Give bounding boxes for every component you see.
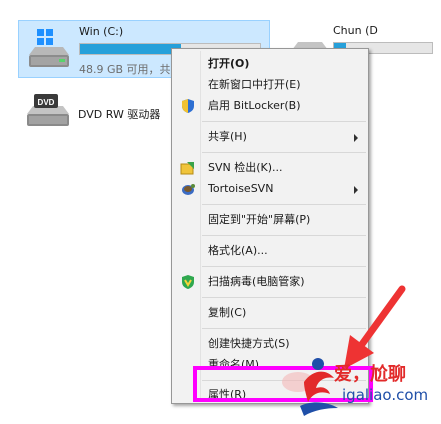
menu-item-pin-to-start-label: 固定到"开始"屏幕(P): [208, 213, 311, 226]
dvd-badge: DVD: [38, 98, 55, 107]
menu-item-tortoisesvn-label: TortoiseSVN: [208, 182, 274, 195]
shield-icon: [182, 99, 194, 113]
menu-item-bitlocker[interactable]: 启用 BitLocker(B): [174, 96, 366, 116]
menu-separator: [202, 152, 366, 153]
menu-item-tortoisesvn[interactable]: TortoiseSVN: [174, 179, 366, 199]
drive-d-name: Chun (D: [333, 24, 378, 37]
menu-item-format-label: 格式化(A)...: [208, 244, 268, 257]
dvd-drive-icon: DVD: [27, 94, 69, 126]
pc-manager-shield-icon: [182, 275, 194, 289]
menu-item-open-label: 打开(O): [208, 57, 250, 70]
menu-item-svn-checkout-label: SVN 检出(K)...: [208, 161, 283, 174]
menu-separator: [202, 235, 366, 236]
menu-item-format[interactable]: 格式化(A)...: [174, 241, 366, 261]
watermark-url: igaliao.com: [342, 386, 429, 404]
drive-c-free-space: 48.9 GB 可用，共: [79, 63, 171, 76]
menu-item-bitlocker-label: 启用 BitLocker(B): [208, 99, 301, 112]
submenu-arrow-icon: [354, 186, 358, 194]
menu-item-open-new-window-label: 在新窗口中打开(E): [208, 78, 301, 91]
menu-item-virus-scan-label: 扫描病毒(电脑管家): [208, 275, 305, 288]
menu-item-share-label: 共享(H): [208, 130, 247, 143]
menu-item-svn-checkout[interactable]: SVN 检出(K)...: [174, 158, 366, 178]
menu-item-create-shortcut-label: 创建快捷方式(S): [208, 337, 290, 350]
tortoise-icon: [182, 184, 195, 195]
menu-item-open[interactable]: 打开(O): [174, 54, 366, 74]
drive-c-name: Win (C:): [79, 25, 124, 38]
svn-checkout-icon: [180, 162, 194, 175]
menu-separator: [202, 204, 366, 205]
submenu-arrow-icon: [354, 134, 358, 142]
menu-item-share[interactable]: 共享(H): [174, 127, 366, 147]
dvd-drive-tile[interactable]: DVD DVD RW 驱动器: [20, 88, 170, 132]
menu-item-open-new-window[interactable]: 在新窗口中打开(E): [174, 75, 366, 95]
menu-separator: [202, 266, 366, 267]
windows-drive-icon: [29, 29, 69, 67]
menu-item-pin-to-start[interactable]: 固定到"开始"屏幕(P): [174, 210, 366, 230]
watermark-brand: 爱，尬聊: [334, 364, 406, 385]
menu-item-copy-label: 复制(C): [208, 306, 247, 319]
dvd-drive-name: DVD RW 驱动器: [78, 108, 161, 121]
menu-separator: [202, 121, 366, 122]
drive-c-capacity-fill: [80, 44, 181, 54]
